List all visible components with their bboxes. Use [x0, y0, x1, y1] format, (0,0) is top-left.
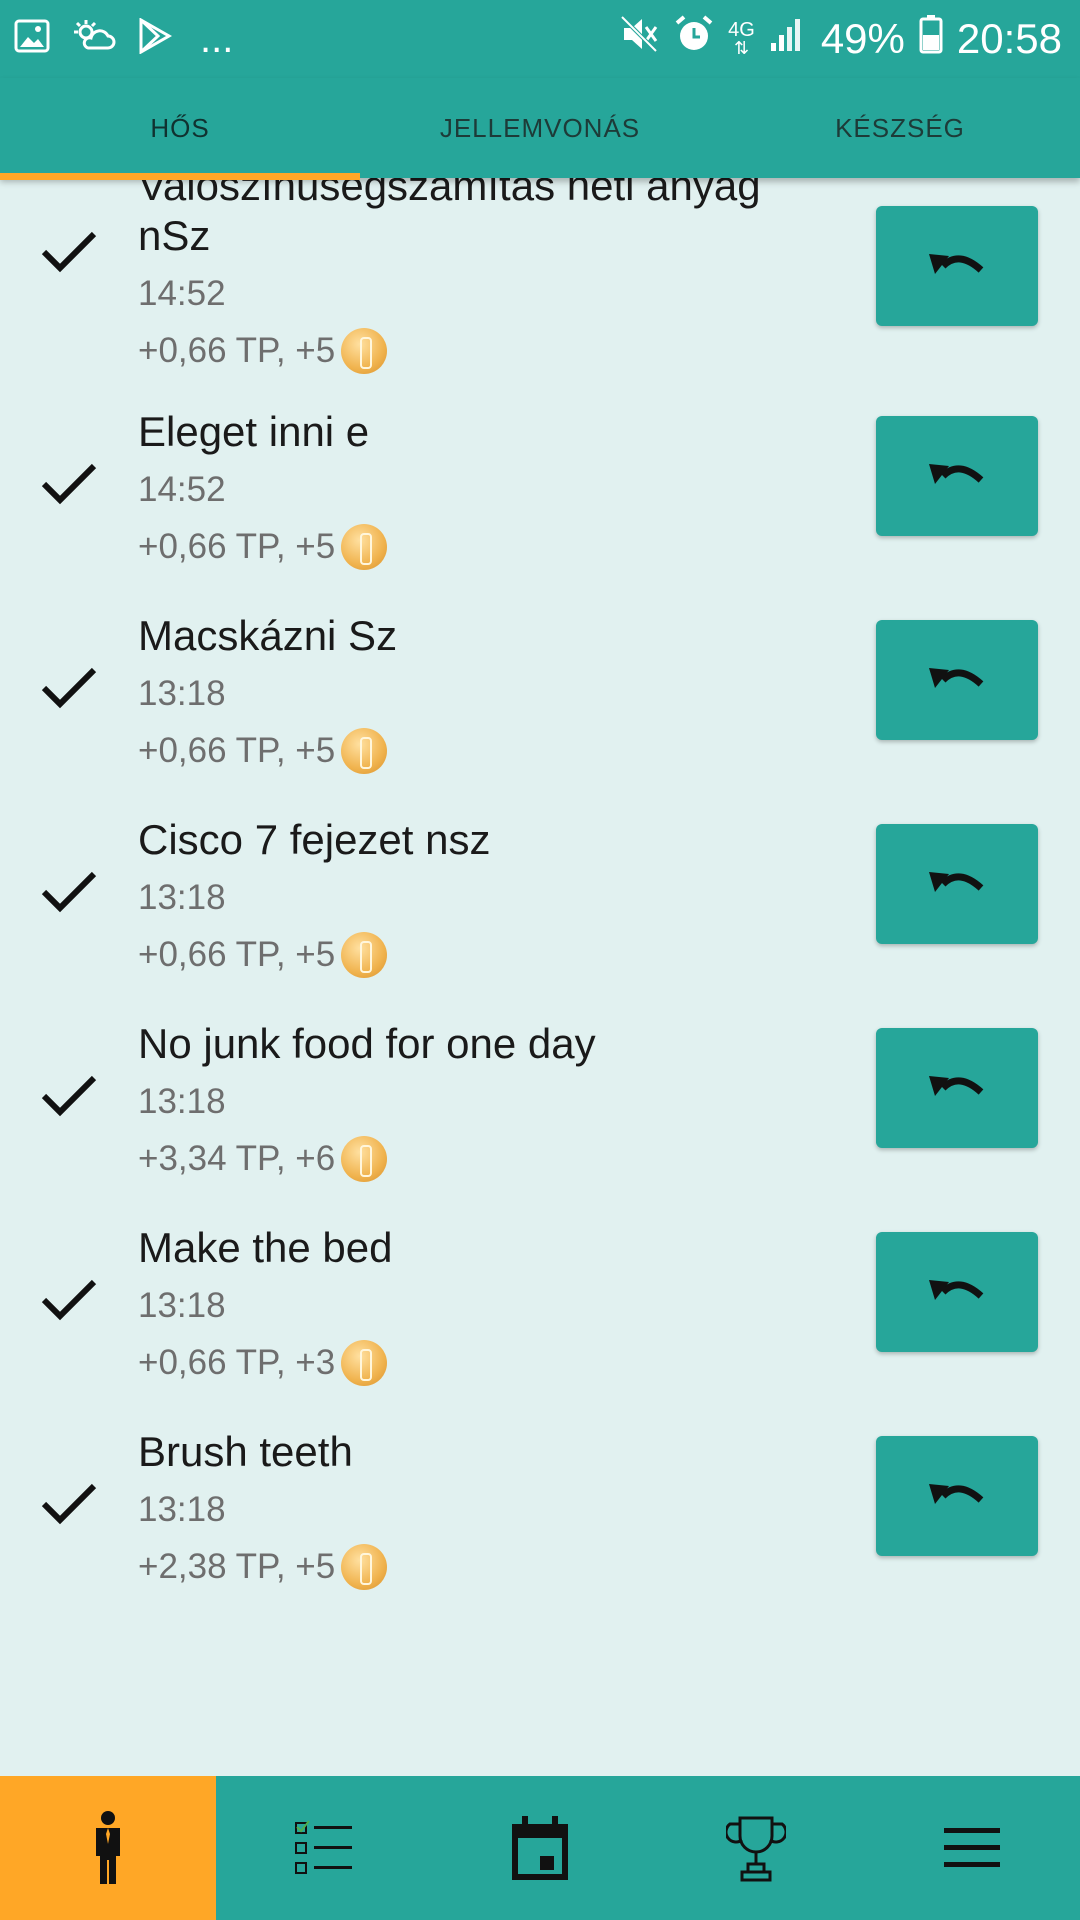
image-icon — [14, 19, 50, 58]
task-title: Eleget inni e — [138, 408, 370, 455]
undo-button[interactable] — [876, 1436, 1038, 1556]
task-title: No junk food for one day — [138, 1020, 596, 1067]
tab-hero-label: HŐS — [150, 112, 210, 143]
undo-button[interactable] — [876, 1028, 1038, 1148]
task-time: 14:52 — [138, 470, 226, 509]
reward-text: +0,66 TP, +5 — [138, 331, 336, 370]
undo-icon — [929, 464, 984, 484]
checklist-icon — [295, 1820, 352, 1874]
bottom-navigation — [0, 1776, 1080, 1920]
nav-hero[interactable] — [0, 1776, 216, 1920]
list-item: Macskázni Sz 13:18 +0,66 TP, +5 — [0, 612, 1080, 816]
task-time: 13:18 — [138, 1082, 226, 1121]
tab-trait-label: JELLEMVONÁS — [439, 112, 641, 143]
undo-button[interactable] — [876, 206, 1038, 326]
battery-percent: 49% — [820, 15, 905, 62]
undo-icon — [929, 872, 984, 892]
more-notifications: ... — [200, 16, 234, 61]
coin-icon — [341, 1544, 388, 1590]
undo-button[interactable] — [876, 620, 1038, 740]
undo-icon — [929, 1484, 984, 1504]
completed-task-list: Valószínűségszámítás heti anyag nSz 14:5… — [0, 178, 1080, 1776]
undo-icon — [929, 668, 984, 688]
undo-button[interactable] — [876, 416, 1038, 536]
battery-icon — [919, 14, 943, 64]
task-reward: +0,66 TP, +5 — [138, 728, 388, 774]
reward-text: +0,66 TP, +5 — [138, 935, 336, 974]
coin-icon — [341, 728, 388, 774]
tab-skill[interactable]: KÉSZSÉG — [720, 78, 1080, 178]
tab-hero[interactable]: HŐS — [0, 78, 360, 180]
check-icon — [41, 1075, 97, 1117]
status-bar: ... 4G ⇅ 49% 20:58 — [0, 0, 1080, 78]
reward-text: +2,38 TP, +5 — [138, 1547, 336, 1586]
trophy-icon — [726, 1816, 786, 1882]
list-item: Valószínűségszámítás heti anyag nSz 14:5… — [0, 178, 1080, 408]
reward-text: +0,66 TP, +3 — [138, 1343, 336, 1382]
reward-text: +0,66 TP, +5 — [138, 731, 336, 770]
task-title: Macskázni Sz — [138, 612, 398, 659]
task-time: 13:18 — [138, 878, 226, 917]
clock: 20:58 — [956, 15, 1062, 62]
task-reward: +0,66 TP, +5 — [138, 932, 388, 978]
coin-icon — [341, 1136, 388, 1182]
check-icon — [41, 667, 97, 709]
task-time: 14:52 — [138, 274, 226, 313]
undo-icon — [929, 1076, 984, 1096]
check-icon — [41, 871, 97, 913]
nav-achievements[interactable] — [648, 1776, 864, 1920]
task-reward: +3,34 TP, +6 — [138, 1136, 388, 1182]
play-store-icon — [138, 17, 173, 59]
weather-icon — [72, 18, 116, 59]
task-reward: +2,38 TP, +5 — [138, 1544, 388, 1590]
list-item: Brush teeth 13:18 +2,38 TP, +5 — [0, 1428, 1080, 1632]
task-time: 13:18 — [138, 1286, 226, 1325]
check-icon — [41, 463, 97, 505]
list-item: Eleget inni e 14:52 +0,66 TP, +5 — [0, 408, 1080, 612]
undo-button[interactable] — [876, 824, 1038, 944]
undo-button[interactable] — [876, 1232, 1038, 1352]
active-tab-indicator — [0, 173, 360, 180]
undo-icon — [929, 1280, 984, 1300]
nav-menu[interactable] — [864, 1776, 1080, 1920]
task-reward: +0,66 TP, +5 — [138, 328, 388, 374]
list-item: No junk food for one day 13:18 +3,34 TP,… — [0, 1020, 1080, 1224]
coin-icon — [341, 524, 388, 570]
network-type-label: 4G — [728, 19, 755, 41]
task-reward: +0,66 TP, +3 — [138, 1340, 388, 1386]
list-item: Cisco 7 fejezet nsz 13:18 +0,66 TP, +5 — [0, 816, 1080, 1020]
task-title: Valószínűségszámítás heti anyag — [138, 178, 761, 209]
coin-icon — [341, 1340, 388, 1386]
task-time: 13:18 — [138, 1490, 226, 1529]
task-title: Cisco 7 fejezet nsz — [138, 816, 491, 863]
undo-icon — [929, 254, 984, 274]
mute-icon — [620, 15, 660, 63]
check-icon — [41, 1279, 97, 1321]
status-right-icons: 4G ⇅ 49% 20:58 — [620, 14, 1062, 64]
coin-icon — [341, 328, 388, 374]
nav-calendar[interactable] — [432, 1776, 648, 1920]
nav-tasks[interactable] — [216, 1776, 432, 1920]
reward-text: +3,34 TP, +6 — [138, 1139, 336, 1178]
menu-icon — [944, 1828, 1000, 1867]
network-4g-icon: 4G ⇅ — [728, 19, 755, 58]
check-icon — [41, 231, 97, 273]
coin-icon — [341, 932, 388, 978]
task-time: 13:18 — [138, 674, 226, 713]
status-left-icons: ... — [14, 16, 234, 61]
task-title: Brush teeth — [138, 1428, 353, 1475]
hero-icon — [96, 1811, 120, 1884]
task-title: Make the bed — [138, 1224, 393, 1271]
task-title-line2: nSz — [138, 212, 211, 259]
reward-text: +0,66 TP, +5 — [138, 527, 336, 566]
check-icon — [41, 1483, 97, 1525]
tab-trait[interactable]: JELLEMVONÁS — [360, 78, 720, 178]
tab-skill-label: KÉSZSÉG — [835, 112, 965, 143]
tab-bar: HŐS JELLEMVONÁS KÉSZSÉG — [0, 78, 1080, 180]
task-reward: +0,66 TP, +5 — [138, 524, 388, 570]
alarm-icon — [674, 14, 714, 64]
signal-icon — [769, 15, 807, 63]
list-item: Make the bed 13:18 +0,66 TP, +3 — [0, 1224, 1080, 1428]
calendar-icon — [512, 1816, 568, 1880]
